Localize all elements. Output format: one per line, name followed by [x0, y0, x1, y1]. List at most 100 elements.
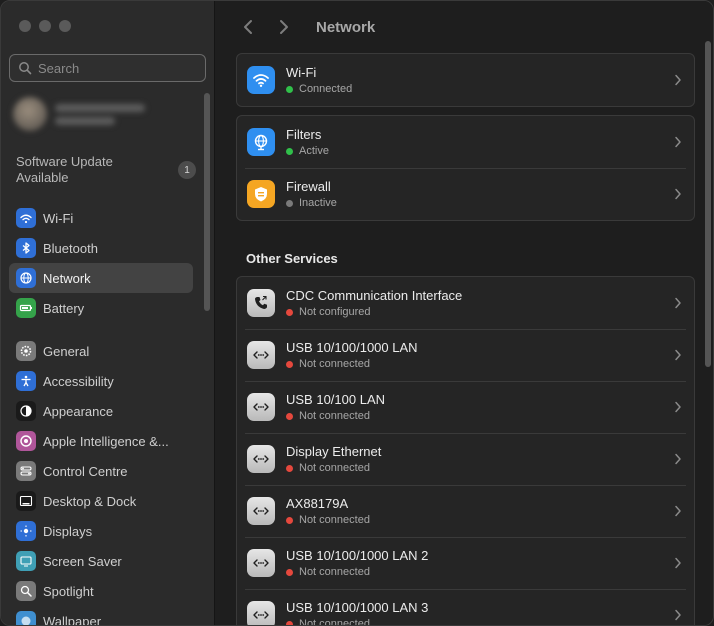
- chevron-right-icon: [675, 401, 681, 413]
- sidebar-item-label: Spotlight: [43, 583, 94, 599]
- filters-globe-icon: [254, 134, 268, 151]
- service-status: Inactive: [299, 197, 337, 209]
- status-dot: [286, 620, 293, 625]
- minimize-window-button[interactable]: [39, 20, 51, 32]
- sidebar-item-label: Screen Saver: [43, 553, 122, 569]
- sidebar-item-control-centre[interactable]: Control Centre: [9, 456, 193, 486]
- search-icon: [19, 62, 32, 75]
- profile-name-blurred: [55, 103, 145, 125]
- battery-icon: [16, 298, 36, 318]
- wifi-icon: [253, 74, 269, 87]
- service-row-filters[interactable]: Filters Active: [237, 116, 694, 168]
- sidebar-item-spotlight[interactable]: Spotlight: [9, 576, 193, 606]
- service-name: Filters: [286, 127, 322, 142]
- chevron-right-icon: [675, 297, 681, 309]
- sidebar: Software Update Available 1 Wi-Fi Bluetoo…: [1, 1, 215, 626]
- service-name: USB 10/100/1000 LAN 3: [286, 600, 429, 615]
- sidebar-item-label: Wallpaper: [43, 613, 102, 626]
- apple-account-profile[interactable]: [13, 93, 163, 135]
- service-name: Firewall: [286, 179, 331, 194]
- status-dot: [286, 464, 293, 472]
- zoom-window-button[interactable]: [59, 20, 71, 32]
- service-app-icon: [247, 497, 275, 525]
- status-dot: [286, 568, 293, 576]
- service-row-usb-10-100-lan[interactable]: USB 10/100 LAN Not connected: [237, 381, 694, 433]
- chevron-right-icon: [675, 557, 681, 569]
- sidebar-item-battery[interactable]: Battery: [9, 293, 193, 323]
- search-field[interactable]: [9, 54, 206, 82]
- bluetooth-icon: [16, 238, 36, 258]
- sidebar-item-label: Bluetooth: [43, 240, 98, 256]
- chevron-right-icon: [675, 349, 681, 361]
- service-row-usb-10-100-1000-lan[interactable]: USB 10/100/1000 LAN Not connected: [237, 329, 694, 381]
- sidebar-item-desktop-dock[interactable]: Desktop & Dock: [9, 486, 193, 516]
- service-status: Not connected: [299, 462, 370, 474]
- firewall-shield-icon: [255, 187, 267, 202]
- screen-saver-icon: [16, 551, 36, 571]
- service-app-icon: [247, 445, 275, 473]
- service-name: USB 10/100/1000 LAN: [286, 340, 418, 355]
- ethernet-icon: [253, 507, 269, 515]
- other-services-heading: Other Services: [246, 251, 338, 266]
- service-app-icon: [247, 393, 275, 421]
- close-window-button[interactable]: [19, 20, 31, 32]
- sidebar-item-network[interactable]: Network: [9, 263, 193, 293]
- sidebar-item-general[interactable]: General: [9, 336, 193, 366]
- search-input[interactable]: [38, 60, 198, 76]
- ethernet-icon: [253, 611, 269, 619]
- globe-icon: [16, 268, 36, 288]
- displays-icon: [16, 521, 36, 541]
- wifi-row[interactable]: Wi-Fi Connected: [237, 54, 694, 106]
- sidebar-item-label: Apple Intelligence &...: [43, 433, 169, 449]
- status-dot: [286, 308, 293, 316]
- sidebar-item-bluetooth[interactable]: Bluetooth: [9, 233, 193, 263]
- sidebar-item-label: Accessibility: [43, 373, 114, 389]
- software-update-item[interactable]: Software Update Available 1: [16, 154, 196, 186]
- chevron-right-icon: [675, 188, 681, 200]
- chevron-right-icon: [675, 453, 681, 465]
- main-pane: Network Wi-Fi Connected Filters Active Fir…: [216, 1, 713, 626]
- chevron-right-icon: [675, 609, 681, 621]
- sidebar-list: Wi-Fi Bluetooth Network Battery General Acces…: [9, 203, 193, 626]
- software-update-label: Software Update Available: [16, 154, 113, 185]
- page-title: Network: [316, 18, 376, 36]
- toolbar: Network: [236, 15, 375, 39]
- sidebar-scrollbar[interactable]: [204, 93, 210, 311]
- chevron-right-icon: [675, 74, 681, 86]
- wallpaper-icon: [16, 611, 36, 625]
- service-status: Active: [299, 145, 329, 157]
- wifi-name: Wi-Fi: [286, 65, 317, 80]
- other-services-group: CDC Communication Interface Not configure…: [236, 276, 695, 626]
- service-name: CDC Communication Interface: [286, 288, 463, 303]
- service-status: Not connected: [299, 618, 370, 626]
- service-row-cdc-communication-interface[interactable]: CDC Communication Interface Not configure…: [237, 277, 694, 329]
- sidebar-item-wi-fi[interactable]: Wi-Fi: [9, 203, 193, 233]
- status-dot: [286, 516, 293, 524]
- status-dot: [286, 412, 293, 420]
- sidebar-item-displays[interactable]: Displays: [9, 516, 193, 546]
- service-row-display-ethernet[interactable]: Display Ethernet Not connected: [237, 433, 694, 485]
- service-row-usb-10-100-1000-lan-2[interactable]: USB 10/100/1000 LAN 2 Not connected: [237, 537, 694, 589]
- sidebar-item-screen-saver[interactable]: Screen Saver: [9, 546, 193, 576]
- chevron-left-icon: [244, 20, 252, 34]
- chevron-right-icon: [675, 136, 681, 148]
- sidebar-item-appearance[interactable]: Appearance: [9, 396, 193, 426]
- wifi-icon: [16, 208, 36, 228]
- service-row-usb-10-100-1000-lan-3[interactable]: USB 10/100/1000 LAN 3 Not connected: [237, 589, 694, 626]
- sidebar-item-apple-intelligence[interactable]: Apple Intelligence &...: [9, 426, 193, 456]
- main-scrollbar[interactable]: [705, 41, 711, 367]
- forward-button[interactable]: [272, 15, 296, 39]
- ethernet-icon: [253, 403, 269, 411]
- sidebar-item-wallpaper[interactable]: Wallpaper: [9, 606, 193, 626]
- service-app-icon: [247, 549, 275, 577]
- service-row-firewall[interactable]: Firewall Inactive: [237, 168, 694, 220]
- sidebar-item-label: Network: [43, 270, 91, 286]
- chevron-right-icon: [675, 505, 681, 517]
- service-status: Not connected: [299, 410, 370, 422]
- sidebar-item-label: Battery: [43, 300, 85, 316]
- dock-icon: [16, 491, 36, 511]
- sidebar-item-accessibility[interactable]: Accessibility: [9, 366, 193, 396]
- back-button[interactable]: [236, 15, 260, 39]
- service-row-ax88179a[interactable]: AX88179A Not connected: [237, 485, 694, 537]
- wifi-status: Connected: [299, 83, 353, 95]
